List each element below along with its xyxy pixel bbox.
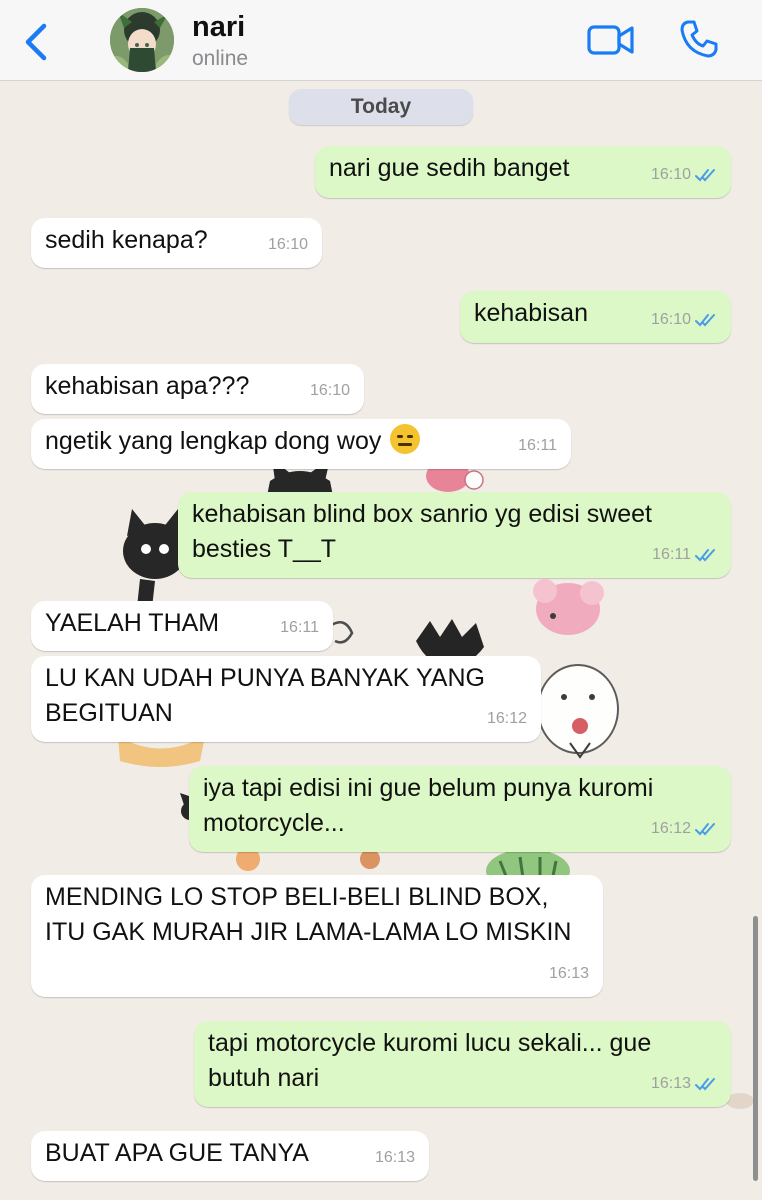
message-bubble[interactable]: ngetik yang lengkap dong woy 16:11: [31, 419, 571, 469]
video-camera-icon: [587, 25, 634, 55]
chevron-left-icon: [25, 23, 47, 61]
message-text: tapi motorcycle kuromi lucu sekali... gu…: [208, 1029, 652, 1092]
phone-icon: [680, 20, 718, 58]
message-time: 16:12: [486, 710, 527, 727]
video-call-button[interactable]: [586, 22, 636, 58]
chat-header: nari online: [0, 0, 762, 81]
message-time: 16:11: [280, 619, 319, 636]
message-text: YAELAH THAM: [45, 609, 220, 637]
message-meta: 16:13: [549, 956, 589, 991]
date-separator: Today: [289, 89, 473, 125]
message-bubble[interactable]: sedih kenapa? 16:10: [31, 218, 322, 268]
double-check-icon: [695, 1077, 715, 1090]
double-check-icon: [695, 313, 715, 326]
message-time: 16:12: [650, 820, 691, 837]
contact-status: online: [192, 47, 249, 70]
message-meta: 16:11: [280, 610, 319, 645]
message-time: 16:10: [650, 311, 691, 328]
message-bubble[interactable]: nari gue sedih banget 16:10: [315, 146, 731, 198]
message-meta: 16:10: [651, 157, 717, 192]
message-meta: 16:12: [651, 811, 717, 846]
message-meta: 16:12: [487, 701, 527, 736]
expressionless-face-icon: [390, 424, 421, 454]
message-meta: 16:11: [652, 537, 717, 572]
double-check-icon: [695, 168, 715, 181]
message-text: LU KAN UDAH PUNYA BANYAK YANG BEGITUAN: [45, 664, 485, 727]
message-meta: 16:13: [651, 1066, 717, 1101]
contact-name[interactable]: nari: [192, 11, 245, 44]
double-check-icon: [695, 548, 715, 561]
message-time: 16:13: [650, 1075, 691, 1092]
message-text: iya tapi edisi ini gue belum punya kurom…: [203, 774, 654, 837]
message-meta: 16:11: [518, 428, 557, 463]
message-bubble[interactable]: kehabisan 16:10: [460, 291, 731, 343]
back-button[interactable]: [18, 20, 54, 64]
scrollbar[interactable]: [753, 916, 758, 1181]
message-bubble[interactable]: BUAT APA GUE TANYA 16:13: [31, 1131, 429, 1181]
message-time: 16:10: [309, 382, 350, 399]
message-bubble[interactable]: YAELAH THAM 16:11: [31, 601, 333, 651]
message-meta: 16:10: [651, 302, 717, 337]
message-bubble[interactable]: LU KAN UDAH PUNYA BANYAK YANG BEGITUAN 1…: [31, 656, 541, 742]
message-list[interactable]: Today nari gue sedih banget 16:10 sedih …: [0, 81, 762, 1200]
message-bubble[interactable]: iya tapi edisi ini gue belum punya kurom…: [189, 766, 731, 852]
contact-avatar[interactable]: [110, 8, 174, 72]
message-meta: 16:10: [310, 373, 350, 408]
message-text: kehabisan apa???: [45, 372, 250, 400]
message-time: 16:11: [652, 546, 691, 563]
avatar-image: [110, 8, 174, 72]
message-bubble[interactable]: tapi motorcycle kuromi lucu sekali... gu…: [194, 1021, 731, 1107]
message-bubble[interactable]: MENDING LO STOP BELI-BELI BLIND BOX, ITU…: [31, 875, 603, 997]
message-content: ngetik yang lengkap dong woy: [45, 424, 557, 459]
message-time: 16:10: [267, 236, 308, 253]
message-text: kehabisan blind box sanrio yg edisi swee…: [192, 500, 652, 563]
message-text: MENDING LO STOP BELI-BELI BLIND BOX, ITU…: [45, 883, 572, 946]
message-text: BUAT APA GUE TANYA: [45, 1139, 309, 1167]
message-bubble[interactable]: kehabisan apa??? 16:10: [31, 364, 364, 414]
message-meta: 16:10: [268, 227, 308, 262]
double-check-icon: [695, 822, 715, 835]
message-text: ngetik yang lengkap dong woy: [45, 427, 382, 455]
message-meta: 16:13: [375, 1140, 415, 1175]
message-time: 16:13: [548, 965, 589, 982]
message-bubble[interactable]: kehabisan blind box sanrio yg edisi swee…: [178, 492, 731, 578]
voice-call-button[interactable]: [678, 18, 720, 60]
message-time: 16:10: [650, 166, 691, 183]
message-time: 16:13: [374, 1149, 415, 1166]
message-time: 16:11: [518, 437, 557, 454]
